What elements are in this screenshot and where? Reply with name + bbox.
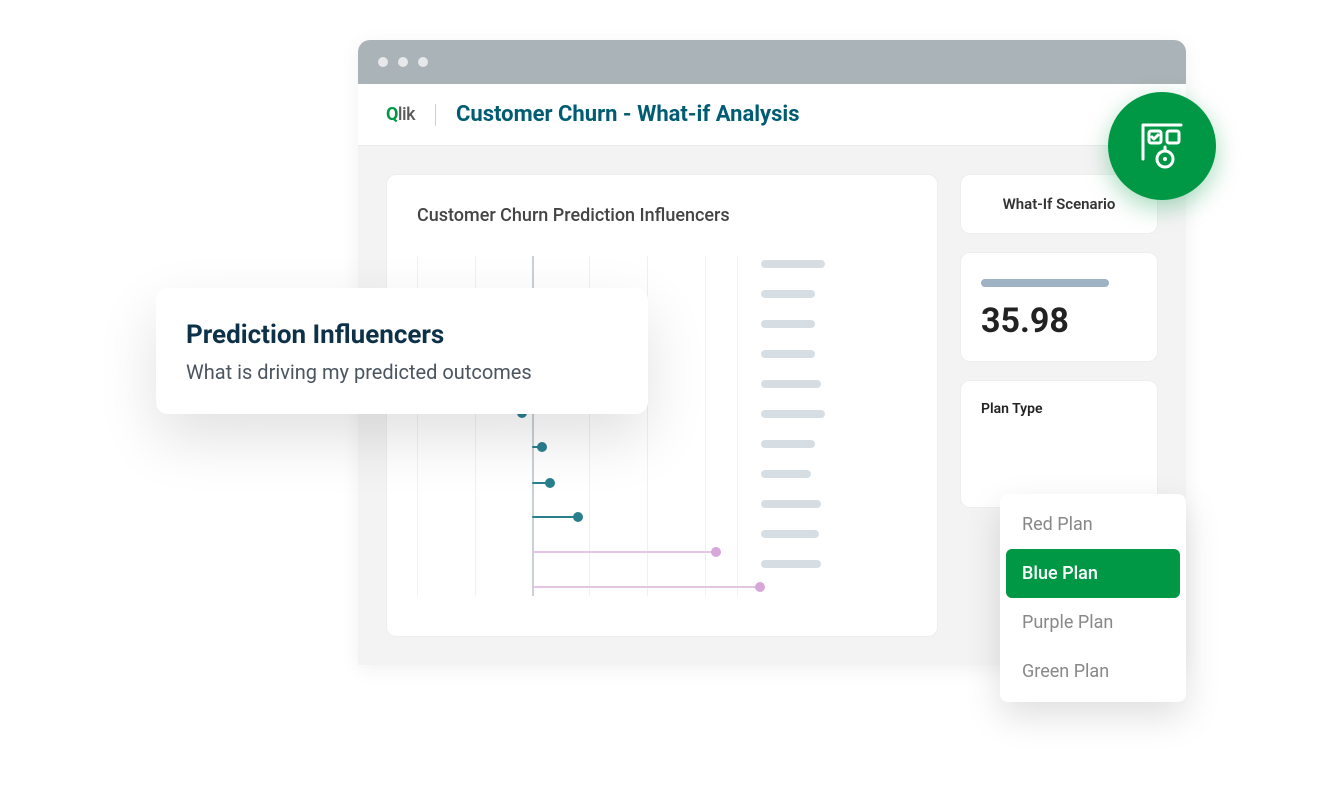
influencer-bar [532,586,760,588]
logo-lik: lik [398,104,415,125]
qlik-logo: Qlik [386,104,415,125]
dropdown-option-blue[interactable]: Blue Plan [1006,549,1180,598]
window-dot-icon [378,57,388,67]
legend-placeholder [761,560,821,568]
influencer-bar [532,446,542,448]
chart-title: Customer Churn Prediction Influencers [417,205,907,226]
legend-placeholder [761,320,815,328]
plan-type-label: Plan Type [981,401,1137,417]
legend-placeholder [761,260,825,268]
influencer-bar [532,516,578,518]
influencer-bar [532,551,716,553]
legend-placeholder [761,410,825,418]
dropdown-option-red[interactable]: Red Plan [1006,500,1180,549]
floating-info-card: Prediction Influencers What is driving m… [156,288,648,414]
floating-subtitle: What is driving my predicted outcomes [186,360,618,384]
dropdown-option-green[interactable]: Green Plan [1006,647,1180,696]
metric-card: 35.98 [960,252,1158,362]
app-header: Qlik Customer Churn - What-if Analysis [358,84,1186,146]
legend-placeholder [761,530,819,538]
sidebar: What-If Scenario 35.98 Plan Type [960,174,1158,508]
floating-title: Prediction Influencers [186,320,618,350]
scenario-title: What-If Scenario [981,195,1137,213]
logo-q: Q [386,104,398,125]
header-divider [435,104,436,126]
legend-placeholder [761,470,811,478]
chart-legend [761,256,907,596]
dropdown-option-purple[interactable]: Purple Plan [1006,598,1180,647]
plan-type-card[interactable]: Plan Type [960,380,1158,508]
legend-placeholder [761,500,821,508]
window-dot-icon [398,57,408,67]
legend-placeholder [761,350,815,358]
browser-title-bar [358,40,1186,84]
legend-placeholder [761,380,821,388]
legend-placeholder [761,440,815,448]
legend-placeholder [761,290,815,298]
metric-placeholder-bar [981,279,1109,287]
window-dot-icon [418,57,428,67]
metric-value: 35.98 [981,301,1137,341]
whatif-badge-icon [1108,92,1216,200]
page-title: Customer Churn - What-if Analysis [456,102,800,127]
plan-type-dropdown[interactable]: Red Plan Blue Plan Purple Plan Green Pla… [1000,494,1186,702]
influencer-bar [532,482,550,484]
